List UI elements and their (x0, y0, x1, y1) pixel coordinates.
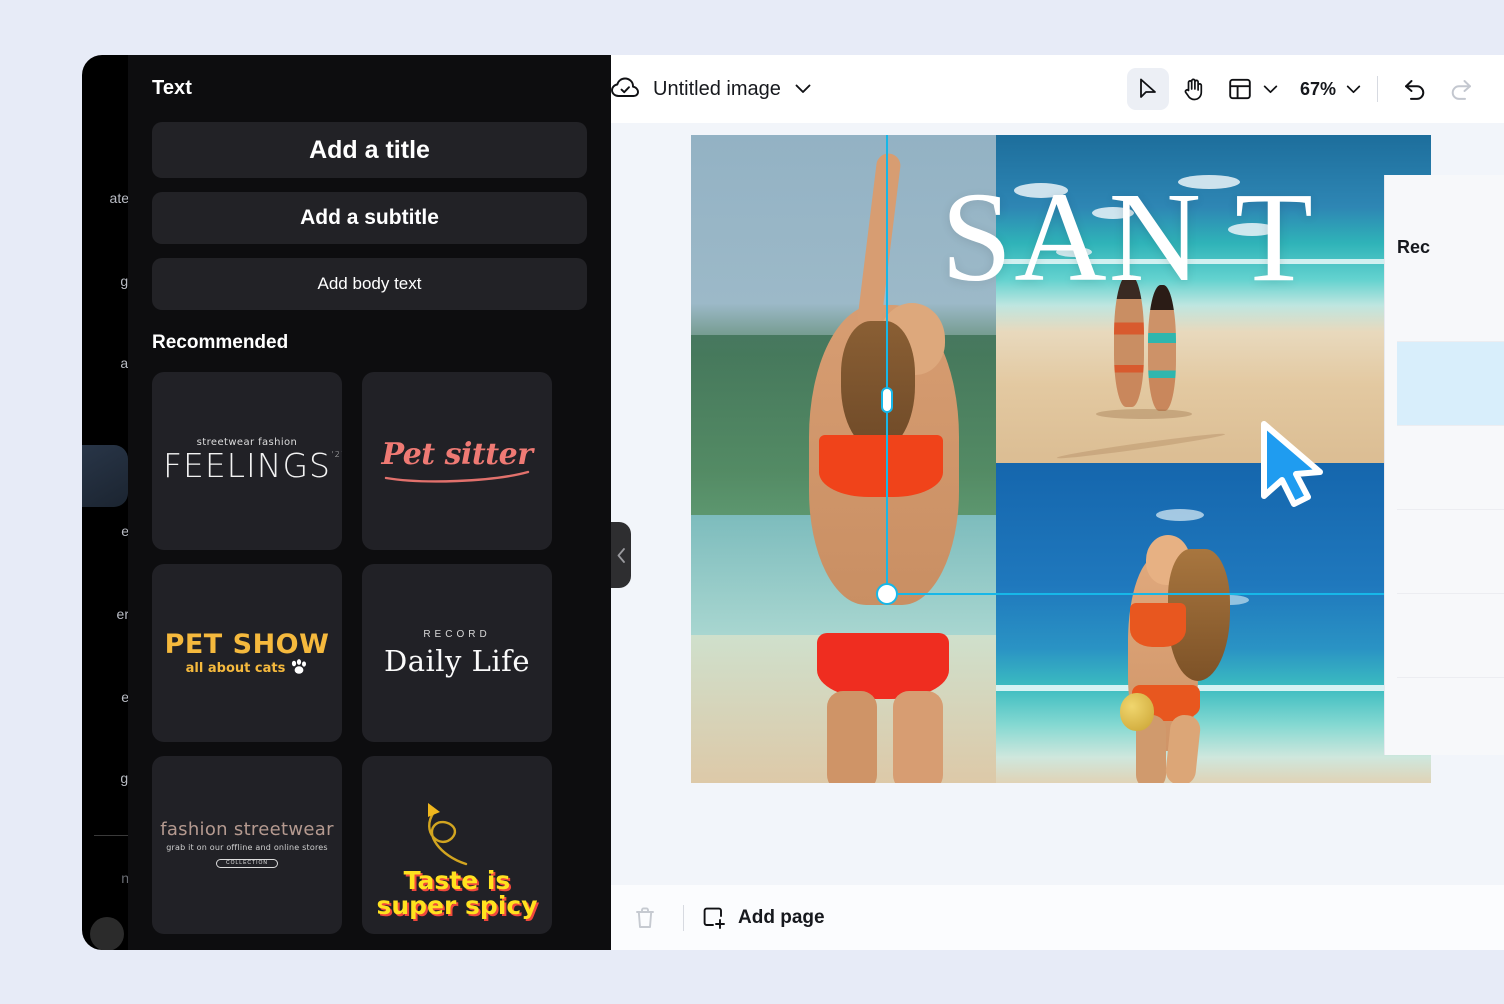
template-card-feelings[interactable]: streetwear fashion FEELINGS '21 (152, 372, 342, 550)
paw-print-icon (292, 659, 307, 674)
background-panel-row[interactable] (1397, 510, 1504, 594)
editor-area: Untitled image 67% SAN T Add page Rec (557, 55, 1504, 950)
recommended-heading: Recommended (152, 332, 289, 353)
chevron-down-icon[interactable] (1346, 84, 1361, 94)
zoom-selector[interactable]: 67% (1292, 79, 1361, 100)
template-card-pet-show[interactable]: PET SHOW all about cats (152, 564, 342, 742)
template-main-label: FEELINGS (162, 445, 331, 485)
selection-handle-corner[interactable] (876, 583, 898, 605)
add-page-icon (703, 907, 725, 929)
collapse-panel-handle[interactable] (611, 522, 631, 588)
layout-grid-icon (1229, 78, 1251, 100)
redo-button[interactable] (1440, 68, 1482, 110)
template-main-text: Pet sitter (381, 437, 533, 473)
template-card-fashion-streetwear[interactable]: fashion streetwear grab it on our offlin… (152, 756, 342, 934)
chevron-down-icon[interactable] (1263, 84, 1278, 94)
toolbar-right-group: 67% (1126, 68, 1482, 110)
chevron-left-icon (617, 547, 625, 563)
background-panel-row[interactable] (1397, 594, 1504, 678)
background-panel-row[interactable] (1397, 426, 1504, 510)
template-main-text: Daily Life (383, 644, 531, 679)
template-main-text: FEELINGS '21 (162, 445, 342, 485)
canvas-area[interactable]: SAN T (557, 123, 1504, 885)
template-pill-label: COLLECTION (216, 859, 278, 869)
add-body-text-button[interactable]: Add body text (152, 258, 587, 310)
add-page-button[interactable]: Add page (702, 906, 825, 930)
toolbar-divider (1377, 76, 1378, 102)
mouse-cursor (1258, 420, 1338, 520)
template-card-daily-life[interactable]: RECORD Daily Life (362, 564, 552, 742)
top-toolbar: Untitled image 67% (557, 55, 1504, 123)
template-main-text: Taste is super spicy (376, 865, 538, 920)
template-sub-text: all about cats (185, 660, 286, 676)
delete-page-button[interactable] (625, 898, 665, 938)
hand-icon (1184, 78, 1203, 101)
recommended-template-grid: streetwear fashion FEELINGS '21 Pet sitt… (152, 372, 587, 934)
trash-icon (636, 906, 654, 928)
template-sup-label: '21 (331, 449, 342, 459)
cloud-saved-icon[interactable] (611, 77, 639, 101)
selection-guide-vertical (886, 135, 888, 593)
curved-arrow-icon (428, 802, 468, 865)
template-main-text: fashion streetwear (160, 818, 334, 840)
chevron-down-icon[interactable] (795, 84, 811, 94)
add-subtitle-button[interactable]: Add a subtitle (152, 192, 587, 244)
bottom-toolbar: Add page (557, 885, 1504, 950)
layout-selector[interactable] (1219, 68, 1278, 110)
add-page-label: Add page (738, 906, 825, 928)
headline-text[interactable]: SAN T (941, 173, 1315, 301)
background-panel-label: Rec (1397, 237, 1431, 257)
template-card-pet-sitter[interactable]: Pet sitter (362, 372, 552, 550)
select-tool-button[interactable] (1126, 68, 1169, 110)
bottom-toolbar-divider (683, 904, 684, 931)
template-card-taste-spicy[interactable]: Taste is super spicy (362, 756, 552, 934)
app-root: ates gn ad t es ers es ge ns Text Add a … (0, 0, 1504, 1004)
redo-icon (1451, 80, 1471, 100)
selection-guide-horizontal (886, 593, 1431, 595)
document-title[interactable]: Untitled image (653, 78, 781, 101)
document-title-group[interactable]: Untitled image (611, 77, 811, 101)
layout-grid-button[interactable] (1219, 68, 1261, 110)
template-top-text: RECORD (423, 628, 491, 640)
add-title-button[interactable]: Add a title (152, 122, 587, 178)
zoom-level-label[interactable]: 67% (1292, 79, 1344, 100)
photo-woman-pineapple[interactable] (996, 463, 1431, 783)
template-main-text: PET SHOW (164, 628, 330, 660)
hand-tool-button[interactable] (1173, 68, 1215, 110)
undo-icon (1405, 80, 1425, 100)
text-panel: Text Add a title Add a subtitle Add body… (128, 55, 611, 950)
panel-title: Text (152, 77, 193, 99)
rail-divider (94, 835, 132, 836)
selection-handle-side[interactable] (881, 387, 893, 413)
avatar[interactable] (90, 917, 124, 950)
background-panel-row-selected[interactable] (1397, 342, 1504, 426)
background-side-panel: Rec (1384, 175, 1504, 755)
cursor-icon (1140, 78, 1156, 98)
pointer-cursor-icon (1261, 421, 1323, 507)
undo-button[interactable] (1394, 68, 1436, 110)
background-panel-row[interactable] (1397, 258, 1504, 342)
template-sub-text: grab it on our offline and online stores (166, 842, 328, 852)
